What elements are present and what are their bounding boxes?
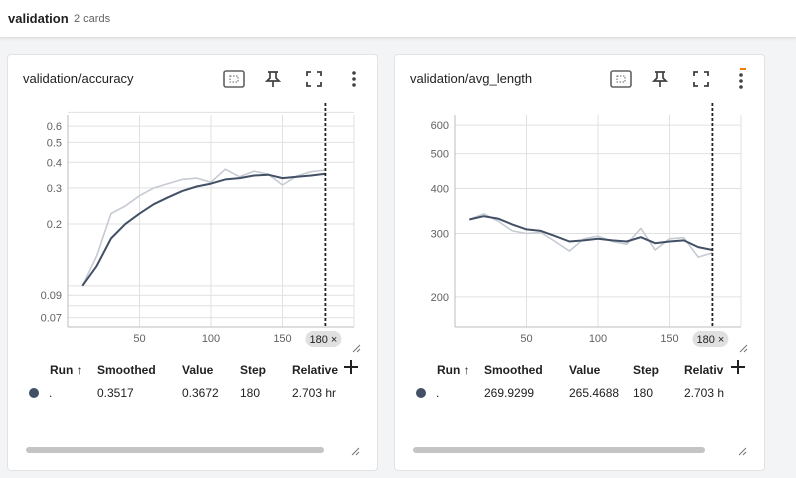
- y-tick-label: 0.6: [47, 121, 62, 133]
- step-value: 180: [240, 386, 261, 400]
- header-smoothed[interactable]: Smoothed: [97, 363, 156, 377]
- header-smoothed[interactable]: Smoothed: [484, 363, 543, 377]
- relative-time: 2.703 hr: [292, 386, 337, 400]
- group-title: validation: [8, 11, 69, 26]
- y-tick-label: 400: [431, 184, 449, 196]
- resize-handle-icon[interactable]: [737, 446, 747, 456]
- more-options-button[interactable]: [729, 67, 753, 91]
- resize-handle-icon[interactable]: [350, 446, 360, 456]
- header-value[interactable]: Value: [182, 363, 213, 377]
- fit-domain-button[interactable]: [609, 67, 633, 91]
- fullscreen-icon: [306, 71, 322, 87]
- step-value: 180: [633, 386, 654, 400]
- x-tick-label: 150: [660, 333, 678, 345]
- plus-icon[interactable]: [729, 358, 747, 376]
- y-tick-label: 0.09: [41, 290, 62, 302]
- pin-icon: [652, 71, 668, 87]
- run-name: .: [49, 386, 53, 400]
- run-color-dot: [416, 388, 426, 398]
- x-tick-label: 50: [133, 333, 145, 345]
- horizontal-scrollbar[interactable]: [26, 447, 324, 453]
- y-tick-label: 0.2: [47, 219, 62, 231]
- fullscreen-button[interactable]: [302, 67, 326, 91]
- header-run[interactable]: Run ↑: [437, 363, 470, 377]
- raw-series-line: [469, 213, 713, 258]
- raw-value: 265.4688: [569, 386, 620, 400]
- plus-icon[interactable]: [342, 358, 360, 376]
- fullscreen-button[interactable]: [689, 67, 713, 91]
- pin-icon: [265, 71, 281, 87]
- y-tick-label: 0.5: [47, 137, 62, 149]
- smoothed-value: 0.3517: [97, 386, 134, 400]
- header-step[interactable]: Step: [240, 363, 266, 377]
- header-relative[interactable]: Relativ: [684, 363, 723, 377]
- resize-handle-icon: [352, 344, 361, 353]
- x-tick-label: 100: [589, 333, 607, 345]
- pin-button[interactable]: [648, 67, 672, 91]
- relative-time: 2.703 h: [684, 386, 725, 400]
- card-validation-accuracy: validation/accuracy 0.07 0.09 0.2 0.3 0.4 0.5…: [7, 54, 378, 471]
- y-tick-label: 0.4: [47, 157, 62, 169]
- more-vert-icon: [352, 71, 356, 87]
- smoothed-value: 269.9299: [484, 386, 535, 400]
- smoothed-series-line: [81, 172, 326, 287]
- card-count: 2 cards: [74, 13, 111, 25]
- y-tick-label: 200: [431, 292, 449, 304]
- card-title: validation/avg_length: [410, 71, 533, 86]
- card-validation-avg-length: validation/avg_length 200 300 400 500 600 50 1…: [394, 54, 765, 471]
- y-tick-label: 300: [431, 228, 449, 240]
- card-title: validation/accuracy: [23, 71, 134, 86]
- run-color-dot: [29, 388, 39, 398]
- fit-domain-icon: [610, 70, 632, 88]
- raw-value: 0.3672: [182, 386, 219, 400]
- header-run[interactable]: Run ↑: [50, 363, 83, 377]
- run-name: .: [436, 386, 440, 400]
- more-vert-icon: [739, 68, 746, 89]
- raw-series-line: [81, 168, 326, 287]
- accuracy-chart[interactable]: 0.07 0.09 0.2 0.3 0.4 0.5 0.6 50 100 150 180 ×: [8, 97, 379, 359]
- fullscreen-icon: [693, 71, 709, 87]
- x-tick-label: 50: [520, 333, 532, 345]
- fit-domain-button[interactable]: [222, 67, 246, 91]
- y-tick-label: 500: [431, 149, 449, 161]
- y-tick-label: 0.07: [41, 313, 62, 325]
- y-tick-label: 600: [431, 120, 449, 132]
- x-tick-label: 100: [202, 333, 220, 345]
- horizontal-scrollbar[interactable]: [413, 447, 705, 453]
- step-chip-label[interactable]: 180 ×: [696, 334, 724, 346]
- resize-handle-icon: [739, 344, 748, 353]
- group-header: validation 2 cards: [0, 0, 796, 38]
- more-options-button[interactable]: [342, 67, 366, 91]
- step-chip-label[interactable]: 180 ×: [309, 334, 337, 346]
- header-value[interactable]: Value: [569, 363, 600, 377]
- avg-length-chart[interactable]: 200 300 400 500 600 50 100 150 180 ×: [395, 97, 766, 359]
- header-step[interactable]: Step: [633, 363, 659, 377]
- y-tick-label: 0.3: [47, 183, 62, 195]
- fit-domain-icon: [223, 70, 245, 88]
- x-tick-label: 150: [273, 333, 291, 345]
- pin-button[interactable]: [261, 67, 285, 91]
- header-relative[interactable]: Relative: [292, 363, 338, 377]
